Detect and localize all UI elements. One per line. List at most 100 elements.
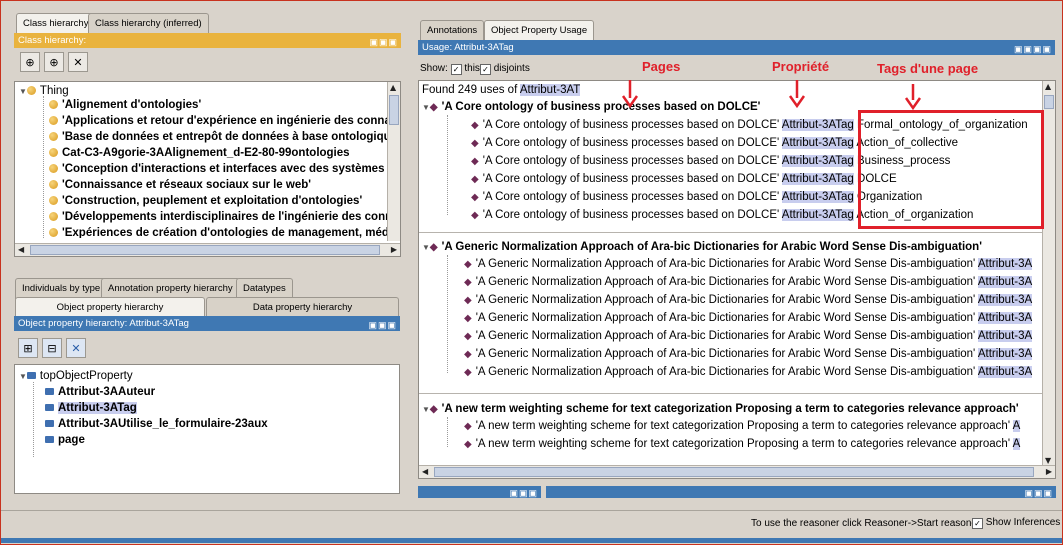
- property-icon: [45, 404, 54, 411]
- group-separator: [419, 232, 1043, 233]
- class-item[interactable]: 'Connaissance et réseaux sociaux sur le …: [49, 179, 311, 191]
- individual-icon: ◆: [429, 242, 438, 253]
- group-separator: [419, 393, 1043, 394]
- add-sub-property-icon[interactable]: ⊞: [18, 338, 38, 358]
- window-buttons-icon[interactable]: ▣▣▣: [1024, 486, 1053, 498]
- vertical-scrollbar[interactable]: ▲: [387, 82, 400, 241]
- usage-row[interactable]: ◆ 'A Generic Normalization Approach of Ar…: [464, 294, 1033, 306]
- show-inferences-toggle[interactable]: ✓ Show Inferences: [972, 517, 1060, 529]
- tab-annotations[interactable]: Annotations: [420, 20, 485, 41]
- disjoints-label: disjoints: [493, 63, 530, 74]
- class-icon: [49, 164, 58, 173]
- found-property: Attribut-3AT: [519, 84, 581, 96]
- tags-highlight-box: [858, 110, 1044, 229]
- tab-annotation-property-hierarchy[interactable]: Annotation property hierarchy: [101, 278, 240, 299]
- horizontal-scrollbar[interactable]: ◀ ▶: [15, 243, 400, 256]
- usage-row[interactable]: ◆ 'A Generic Normalization Approach of Ar…: [464, 366, 1033, 378]
- class-item-label: 'Développements interdisciplinaires de l…: [62, 211, 390, 223]
- window-buttons-icon[interactable]: ▣▣▣: [369, 35, 398, 48]
- scroll-thumb[interactable]: [389, 95, 399, 125]
- tree-root-label: Thing: [39, 85, 69, 97]
- window-buttons-icon[interactable]: ▣▣▣: [368, 318, 397, 331]
- expand-toggle-icon[interactable]: ▼: [422, 405, 430, 414]
- class-item[interactable]: 'Développements interdisciplinaires de l…: [49, 211, 390, 223]
- show-inferences-checkbox[interactable]: ✓: [972, 518, 983, 529]
- window-buttons-icon[interactable]: ▣▣▣▣: [1014, 42, 1052, 55]
- expand-toggle-icon[interactable]: ▼: [19, 87, 27, 96]
- scroll-thumb[interactable]: [30, 245, 380, 255]
- expand-toggle-icon[interactable]: ▼: [19, 372, 27, 381]
- usage-row[interactable]: ◆ 'A Generic Normalization Approach of Ar…: [464, 276, 1033, 288]
- usage-group-label: 'A new term weighting scheme for text ca…: [441, 403, 1019, 415]
- class-item-label: 'Alignement d'ontologies': [62, 99, 202, 111]
- add-sibling-property-icon[interactable]: ⊟: [42, 338, 62, 358]
- usage-subject: 'A Core ontology of business processes b…: [482, 191, 780, 203]
- class-item[interactable]: 'Alignement d'ontologies': [49, 99, 201, 111]
- found-uses-text: Found 249 uses of Attribut-3AT: [422, 84, 581, 96]
- scroll-down-arrow-icon[interactable]: ▼: [1045, 456, 1051, 465]
- usage-property: Attribut-3ATag: [781, 173, 854, 185]
- class-icon: [49, 212, 58, 221]
- scroll-up-arrow-icon[interactable]: ▲: [1045, 82, 1051, 91]
- disjoints-checkbox[interactable]: ✓: [479, 64, 491, 75]
- horizontal-scrollbar[interactable]: ◀ ▶: [419, 465, 1055, 478]
- tab-class-hierarchy[interactable]: Class hierarchy: [16, 13, 96, 34]
- scroll-left-arrow-icon[interactable]: ◀: [18, 245, 24, 254]
- scroll-thumb[interactable]: [1044, 95, 1054, 109]
- usage-row[interactable]: ◆ 'A new term weighting scheme for text c…: [464, 420, 1021, 432]
- usage-group-title[interactable]: ▼◆ 'A Generic Normalization Approach of A…: [422, 241, 982, 253]
- class-item[interactable]: 'Applications et retour d'expérience en …: [49, 115, 391, 127]
- reasoner-hint: To use the reasoner click Reasoner->Star…: [751, 518, 981, 529]
- tree-guide-line: [447, 115, 448, 215]
- usage-row[interactable]: ◆ 'A Generic Normalization Approach of Ar…: [464, 312, 1033, 324]
- add-sibling-icon[interactable]: ⊕: [44, 52, 64, 72]
- usage-row[interactable]: ◆ 'A Core ontology of business processes …: [471, 191, 922, 203]
- class-hierarchy-header: Class hierarchy: ▣▣▣: [14, 33, 401, 48]
- usage-property: Attribut-3A: [977, 312, 1033, 324]
- class-item[interactable]: 'Conception d'interactions et interfaces…: [49, 163, 384, 175]
- scroll-right-arrow-icon[interactable]: ▶: [391, 245, 397, 254]
- add-subclass-icon[interactable]: ⊕: [20, 52, 40, 72]
- tab-object-property-usage[interactable]: Object Property Usage: [484, 20, 595, 41]
- scroll-thumb[interactable]: [434, 467, 1034, 477]
- class-item[interactable]: 'Construction, peuplement et exploitatio…: [49, 195, 362, 207]
- usage-group-title[interactable]: ▼◆ 'A new term weighting scheme for text …: [422, 403, 1019, 415]
- expand-toggle-icon[interactable]: ▼: [422, 103, 430, 112]
- usage-row[interactable]: ◆ 'A Generic Normalization Approach of Ar…: [464, 258, 1033, 270]
- property-item[interactable]: page: [45, 434, 85, 446]
- delete-class-icon[interactable]: ✕: [68, 52, 88, 72]
- scroll-up-arrow-icon[interactable]: ▲: [390, 83, 396, 92]
- delete-property-icon[interactable]: ✕: [66, 338, 86, 358]
- show-options: Show: ✓ this ✓ disjoints: [420, 63, 530, 75]
- tab-individuals-by-type[interactable]: Individuals by type: [15, 278, 108, 299]
- tab-datatypes[interactable]: Datatypes: [236, 278, 293, 299]
- tab-data-property-hierarchy[interactable]: Data property hierarchy: [206, 297, 399, 317]
- expand-toggle-icon[interactable]: ▼: [422, 243, 430, 252]
- class-item[interactable]: 'Base de données et entrepôt de données …: [49, 131, 391, 143]
- collapsed-panel-header[interactable]: ▣▣▣: [546, 486, 1056, 498]
- window-buttons-icon[interactable]: ▣▣▣: [509, 486, 538, 498]
- usage-row[interactable]: ◆ 'A Generic Normalization Approach of Ar…: [464, 348, 1033, 360]
- usage-row[interactable]: ◆ 'A new term weighting scheme for text c…: [464, 438, 1021, 450]
- usage-row[interactable]: ◆ 'A Generic Normalization Approach of Ar…: [464, 330, 1033, 342]
- class-item[interactable]: 'Expériences de création d'ontologies de…: [49, 227, 389, 238]
- class-item[interactable]: Cat-C3-A9gorie-3AAlignement_d-E2-80-99on…: [49, 147, 350, 159]
- individual-icon: ◆: [471, 120, 479, 131]
- usage-row[interactable]: ◆ 'A Core ontology of business processes …: [471, 173, 897, 185]
- property-item[interactable]: Attribut-3AUtilise_le_formulaire-23aux: [45, 418, 268, 430]
- class-item-label: 'Applications et retour d'expérience en …: [62, 115, 391, 127]
- tab-class-hierarchy-inferred[interactable]: Class hierarchy (inferred): [88, 13, 209, 34]
- tab-object-property-hierarchy[interactable]: Object property hierarchy: [15, 297, 205, 317]
- property-item-selected[interactable]: Attribut-3ATag: [45, 402, 137, 414]
- this-checkbox[interactable]: ✓: [450, 64, 462, 75]
- scroll-right-arrow-icon[interactable]: ▶: [1046, 467, 1052, 476]
- tree-root-top-object-property[interactable]: ▼ topObjectProperty: [19, 370, 133, 382]
- scroll-left-arrow-icon[interactable]: ◀: [422, 467, 428, 476]
- individual-icon: ◆: [464, 349, 472, 360]
- usage-header-label: Usage: Attribut-3ATag: [422, 42, 514, 53]
- usage-subject: 'A Generic Normalization Approach of Ara…: [475, 258, 976, 270]
- class-icon: [26, 86, 36, 95]
- collapsed-panel-header[interactable]: ▣▣▣: [418, 486, 541, 498]
- property-item[interactable]: Attribut-3AAuteur: [45, 386, 155, 398]
- usage-subject: 'A Generic Normalization Approach of Ara…: [475, 312, 976, 324]
